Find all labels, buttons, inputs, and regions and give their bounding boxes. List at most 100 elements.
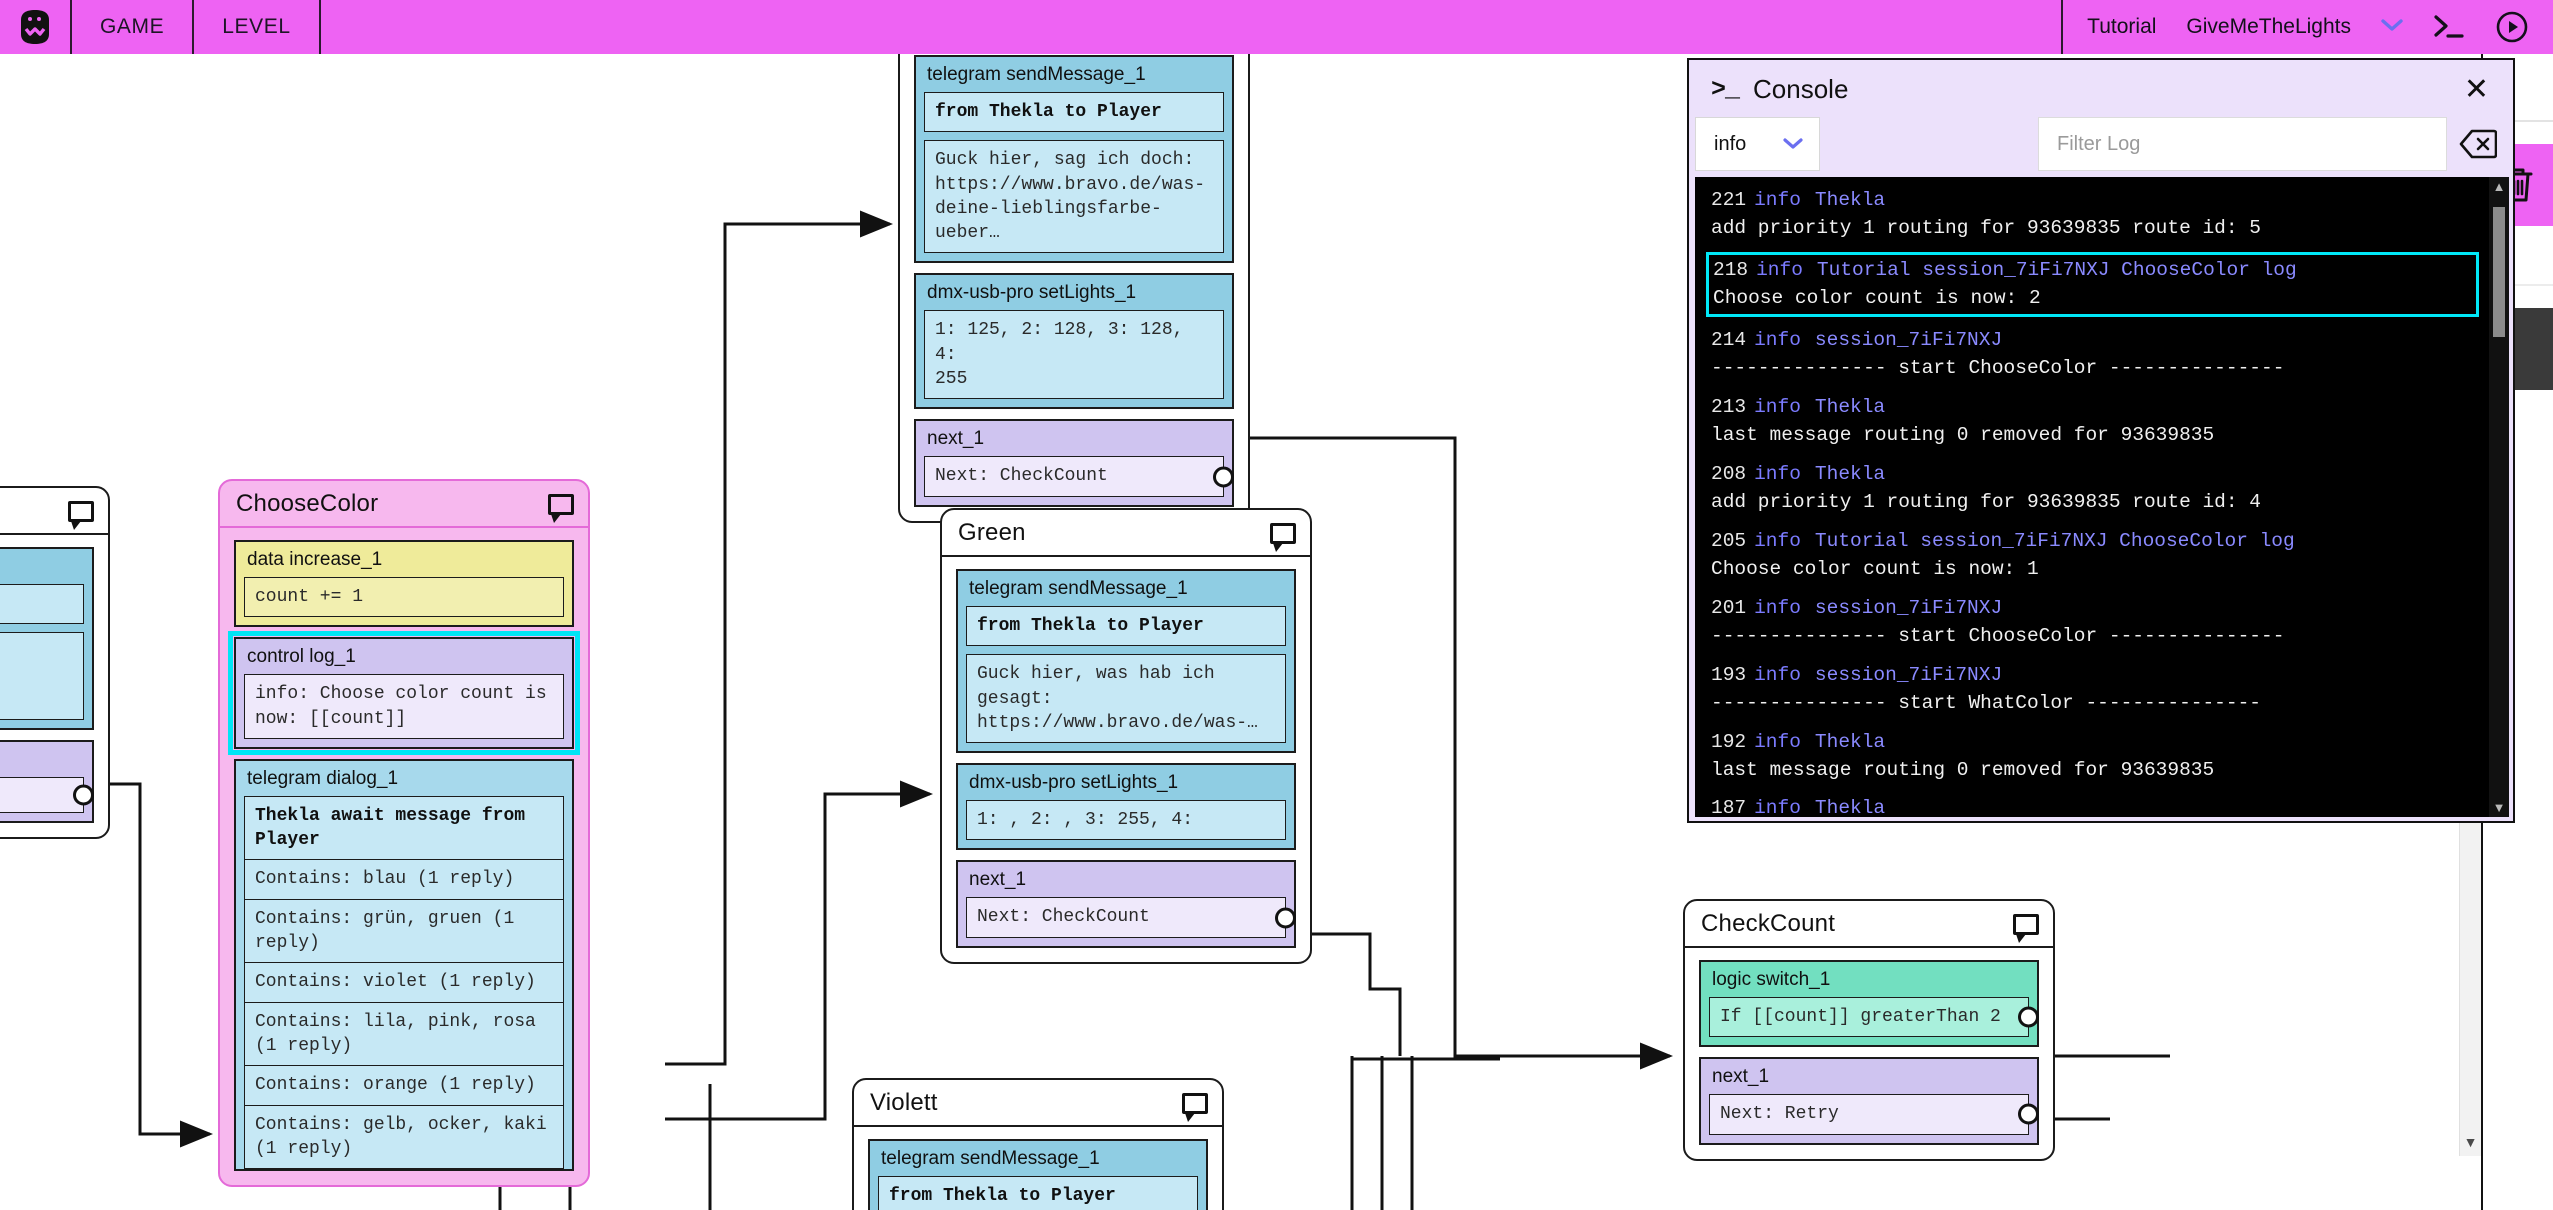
comment-icon[interactable] [1182,1092,1208,1122]
log-entry[interactable]: 208 info Thekla add priority 1 routing for… [1709,459,2479,518]
node-green[interactable]: Green telegram sendMessage_1 from Thekla… [940,508,1312,964]
log-entry[interactable]: 213 info Thekla last message routing 0 rem… [1709,392,2479,451]
log-entry[interactable]: 221 info Thekla add priority 1 routing for… [1709,185,2479,244]
output-port[interactable] [1213,466,1234,488]
block-row: t du [0,632,84,721]
chevron-down-icon[interactable]: ▼ [2493,800,2506,815]
block-header: next_1 [969,869,1027,891]
terminal-icon[interactable] [2433,14,2465,40]
log-message: add priority 1 routing for 93639835 rout… [1711,491,2261,514]
log-entry[interactable]: 201 info session_7iFi7NXJ --------------- … [1709,593,2479,652]
project-name[interactable]: GiveMeTheLights [2186,15,2351,39]
canvas-scrollbar[interactable]: ▼ [2459,820,2481,1156]
log-entry-highlighted[interactable]: 218 info Tutorial session_7iFi7NXJ ChooseC… [1706,251,2479,317]
block-row-from-to: from Thekla to Player [924,92,1224,133]
chevron-down-icon[interactable] [2381,18,2403,37]
node-violett[interactable]: Violett telegram sendMessage_1 from Thek… [852,1078,1224,1210]
log-entry[interactable]: 187infoThekla add priority 1 routing for… [1709,793,2479,817]
output-port[interactable] [73,784,94,806]
block-row-next: Next: Retry [1709,1094,2039,1135]
terminal-prompt-icon: >_ [1711,75,1740,104]
log-level: info [1754,529,1801,552]
block-control-log[interactable]: control log_1 info: Choose color count i… [228,631,580,755]
node-partial-left[interactable]: _1 er t du [0,486,110,840]
console-scrollbar[interactable]: ▲ ▼ [2489,177,2509,817]
console-title: Console [1753,74,1849,104]
dialog-row: Contains: lila, pink, rosa (1 reply) [244,1001,564,1066]
log-level-select[interactable]: info [1695,117,1820,171]
log-number: 208 [1711,462,1747,485]
chevron-up-icon[interactable]: ▲ [2493,179,2506,194]
clear-filter-button[interactable] [2447,117,2509,171]
comment-icon[interactable] [2013,913,2039,943]
filter-log-input[interactable] [2038,117,2447,171]
node-title: CheckCount [1701,910,1836,937]
block-next[interactable]: next_1 Next: Retry [1699,1057,2039,1145]
app-logo[interactable] [0,0,72,54]
log-source: Thekla [1814,730,1886,753]
log-entry[interactable]: 214 info session_7iFi7NXJ --------------- … [1709,325,2479,384]
play-circle-icon[interactable] [2495,10,2529,44]
close-icon[interactable]: ✕ [2460,74,2493,105]
chevron-down-icon[interactable]: ▼ [2464,1134,2478,1150]
log-message: --------------- start WhatColor --------… [1711,692,2261,715]
block-header: logic switch_1 [1712,969,1831,990]
comment-icon[interactable] [548,493,574,523]
condition-label: If [[count]] greaterThan 2 [1720,1007,2001,1027]
log-level: info [1754,189,1801,211]
console-log-list: 221 info Thekla add priority 1 routing for… [1695,177,2489,817]
log-number: 187 [1711,797,1747,817]
node-top-middle[interactable]: telegram sendMessage_1 from Thekla to Pl… [898,54,1250,523]
block-header: data increase_1 [247,549,383,570]
tutorial-link[interactable]: Tutorial [2087,15,2156,39]
log-entry[interactable]: 192 info Thekla last message routing 0 rem… [1709,727,2479,786]
node-choosecolor[interactable]: ChooseColor data increase_1 count += 1 c… [218,479,590,1188]
console-header-left: >_ Console [1711,74,1848,105]
log-message: --------------- start ChooseColor ------… [1711,357,2285,380]
block-telegram[interactable]: _1 er t du [0,547,94,731]
dialog-row: Contains: blau (1 reply) [244,859,564,899]
block-telegram-sendmessage[interactable]: telegram sendMessage_1 from Thekla to Pl… [868,1139,1208,1210]
block-dmx-setlights[interactable]: dmx-usb-pro setLights_1 1: 125, 2: 128, … [914,273,1234,410]
block-logic-switch[interactable]: logic switch_1 If [[count]] greaterThan … [1699,960,2039,1048]
log-level: info [1754,395,1801,418]
block-row-log-message: info: Choose color count is now: [[count… [244,674,564,739]
log-number: 214 [1711,328,1747,351]
menu-level[interactable]: LEVEL [194,0,321,54]
output-port[interactable] [2018,1103,2039,1125]
log-entry[interactable]: 205 info Tutorial session_7iFi7NXJ ChooseC… [1709,526,2479,585]
node-checkcount[interactable]: CheckCount logic switch_1 If [[count]] g… [1683,899,2055,1161]
comment-icon[interactable] [1270,522,1296,552]
log-number: 193 [1711,663,1747,686]
block-telegram-dialog[interactable]: telegram dialog_1 Thekla await message f… [234,758,574,1172]
block-next[interactable]: next_1 Next: CheckCount [914,419,1234,507]
output-port[interactable] [1275,907,1296,929]
block-next[interactable] [0,740,94,824]
log-source: session_7iFi7NXJ [1814,328,2003,351]
block-row-next: Next: CheckCount [924,456,1234,497]
top-toolbar: GAME LEVEL Tutorial GiveMeTheLights [0,0,2553,54]
node-header: ChooseColor [220,481,588,528]
log-level: info [1754,663,1801,686]
scrollbar-thumb[interactable] [2493,207,2505,337]
console-panel[interactable]: >_ Console ✕ info Filter Log 221 info Th… [1687,58,2515,823]
block-data-increase[interactable]: data increase_1 count += 1 [234,540,574,628]
console-header: >_ Console ✕ [1689,60,2513,117]
log-message: --------------- start ChooseColor ------… [1711,625,2285,648]
log-entry[interactable]: 193 info session_7iFi7NXJ --------------- … [1709,660,2479,719]
log-source: Thekla [1814,797,1886,817]
block-dmx-setlights[interactable]: dmx-usb-pro setLights_1 1: , 2: , 3: 255… [956,763,1296,851]
block-telegram-sendmessage[interactable]: telegram sendMessage_1 from Thekla to Pl… [956,569,1296,754]
block-telegram-sendmessage[interactable]: telegram sendMessage_1 from Thekla to Pl… [914,55,1234,264]
menu-game[interactable]: GAME [72,0,195,54]
node-header: Green [942,510,1310,557]
block-header: telegram sendMessage_1 [881,1148,1100,1169]
block-header: telegram sendMessage_1 [969,578,1188,599]
block-next[interactable]: next_1 Next: CheckCount [956,860,1296,948]
log-level: info [1756,258,1803,281]
comment-icon[interactable] [68,500,94,530]
console-log[interactable]: 221 info Thekla add priority 1 routing for… [1695,177,2509,817]
console-toolbar: info [1689,117,2513,171]
block-header: control log_1 [247,646,356,668]
output-port[interactable] [2018,1006,2039,1028]
